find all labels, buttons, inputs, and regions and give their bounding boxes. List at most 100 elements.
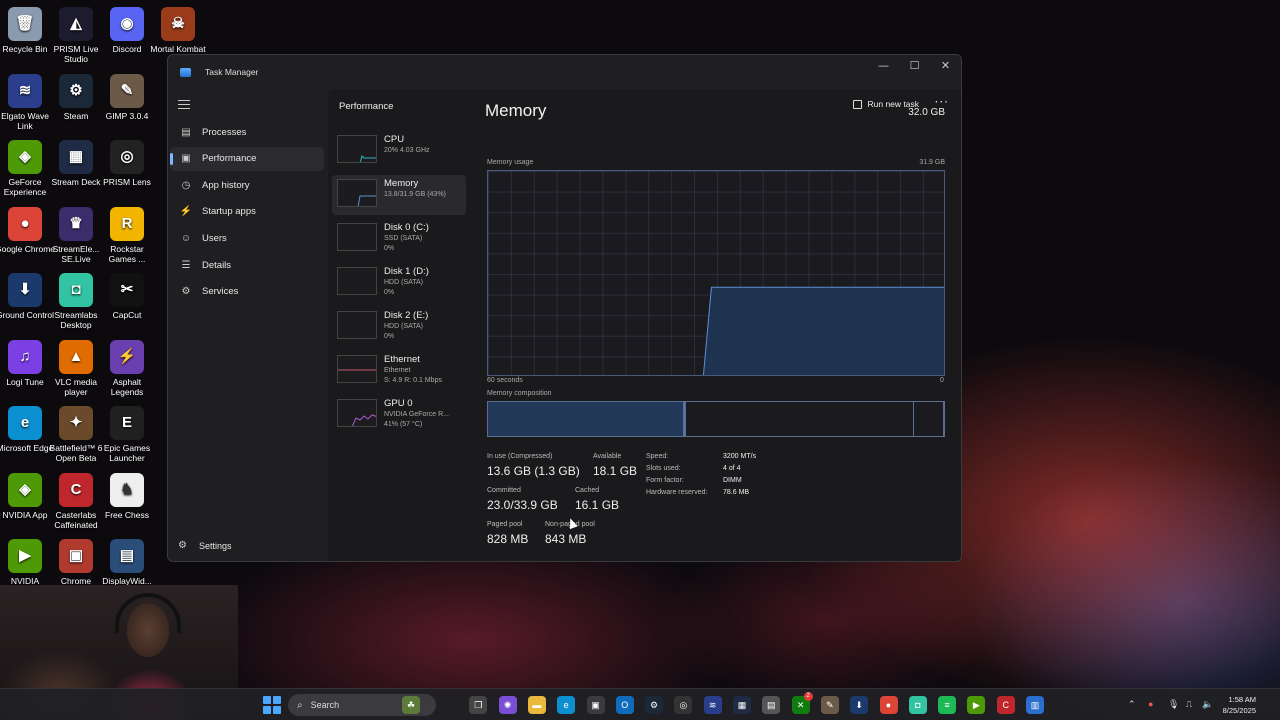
resource-sub1: HDD (SATA) bbox=[384, 279, 424, 286]
resource-item-cpu[interactable]: CPU 20% 4.03 GHz bbox=[332, 131, 466, 171]
services-icon: ⚙ bbox=[181, 286, 191, 298]
system-tray: ⌃ ● 🎙 ⎍ 🔈 1:58 AM 8/25/2025 bbox=[1120, 689, 1280, 720]
resource-item-gpu-0[interactable]: GPU 0 NVIDIA GeForce R... 41% (57 °C) bbox=[332, 395, 466, 435]
slots-value: 4 of 4 bbox=[723, 465, 741, 472]
processes-icon: ▤ bbox=[181, 126, 191, 138]
chevron-up-icon[interactable]: ⌃ bbox=[1128, 699, 1136, 710]
resource-thumbnail bbox=[337, 135, 377, 163]
memory-usage-max: 31.9 GB bbox=[919, 159, 945, 166]
resource-sparkline bbox=[359, 155, 376, 162]
sidebar: ▤ Processes ▣ Performance ◷ App history ⚡ Start… bbox=[168, 89, 328, 561]
title-bar[interactable]: Task Manager bbox=[168, 55, 961, 89]
nvidia-app-icon: ◈ bbox=[8, 472, 42, 507]
taskbar-outlook-icon[interactable]: O bbox=[615, 696, 634, 714]
search-icon: ⌕ bbox=[297, 699, 303, 711]
wave-link-icon: ≋ bbox=[8, 73, 42, 108]
sidebar-item-services[interactable]: ⚙ Services bbox=[170, 280, 324, 304]
prism-live-icon: ◭ bbox=[59, 7, 93, 41]
taskbar-nvidia-broadcast-icon[interactable]: ▶ bbox=[967, 696, 986, 714]
taskbar-store-icon[interactable]: ▣ bbox=[586, 696, 605, 714]
graph-time-left: 60 seconds bbox=[487, 377, 523, 384]
settings-label: Settings bbox=[198, 540, 232, 551]
sidebar-item-label: Processes bbox=[202, 126, 247, 138]
resource-name: Memory bbox=[384, 178, 419, 189]
taskbar-steam-icon[interactable]: ⚙ bbox=[645, 696, 664, 714]
taskbar-gimp-icon[interactable]: ✎ bbox=[820, 696, 839, 714]
taskbar-stream-deck-icon[interactable]: ▦ bbox=[733, 696, 751, 714]
minimize-icon: — bbox=[878, 58, 889, 72]
sidebar-item-label: Performance bbox=[202, 153, 257, 165]
desktop-icon-rockstar[interactable]: R Rockstar Games ... bbox=[97, 206, 157, 264]
desktop-icon-capcut[interactable]: ✂ CapCut bbox=[97, 273, 157, 320]
resource-sub2: 0% bbox=[384, 245, 395, 252]
desktop-icon-label: Free Chess bbox=[105, 509, 149, 520]
sidebar-item-label: Services bbox=[202, 286, 239, 298]
in-use-value: 13.6 GB (1.3 GB) bbox=[487, 464, 580, 478]
taskbar-chrome-icon[interactable]: ● bbox=[879, 696, 898, 714]
window-controls: — ☐ ✕ bbox=[868, 55, 961, 75]
minimize-button[interactable]: — bbox=[868, 55, 899, 75]
maximize-button[interactable]: ☐ bbox=[899, 55, 930, 75]
network-icon[interactable]: ⎍ bbox=[1186, 699, 1192, 710]
hamburger-menu-icon[interactable] bbox=[178, 100, 190, 112]
taskbar-edge-icon[interactable]: e bbox=[557, 696, 576, 714]
streamelements-icon: ♛ bbox=[59, 206, 93, 241]
sidebar-item-startup-apps[interactable]: ⚡ Startup apps bbox=[170, 200, 324, 224]
resource-sub2: 0% bbox=[384, 289, 395, 296]
resource-item-disk-1-d[interactable]: Disk 1 (D:) HDD (SATA) 0% bbox=[332, 263, 466, 303]
resource-sub1: HDD (SATA) bbox=[384, 323, 424, 330]
sidebar-item-app-history[interactable]: ◷ App history bbox=[170, 173, 324, 197]
taskbar-folder-icon[interactable]: ▤ bbox=[762, 696, 781, 714]
taskbar-copilot-icon[interactable]: ✺ bbox=[498, 696, 517, 714]
gimp-icon: ✎ bbox=[110, 73, 144, 108]
vlc-icon: ▲ bbox=[59, 339, 93, 374]
resource-item-disk-0-c[interactable]: Disk 0 (C:) SSD (SATA) 0% bbox=[332, 219, 466, 259]
resource-sub2: S: 4.9 R: 0.1 Mbps bbox=[384, 377, 442, 384]
resource-item-disk-2-e[interactable]: Disk 2 (E:) HDD (SATA) 0% bbox=[332, 307, 466, 347]
taskbar-task-manager-icon[interactable]: ▥ bbox=[1026, 696, 1044, 714]
desktop-icon-prism-lens[interactable]: ◎ PRISM Lens bbox=[97, 140, 157, 187]
clock[interactable]: 1:58 AM 8/25/2025 bbox=[1223, 694, 1256, 716]
memory-panel: Memory 32.0 GB Memory usage 31.9 GB 60 s… bbox=[485, 89, 961, 561]
graph-time-right: 0 bbox=[940, 377, 944, 384]
sidebar-item-performance[interactable]: ▣ Performance bbox=[170, 146, 324, 171]
desktop-icon-label: Rockstar Games ... bbox=[108, 243, 146, 264]
volume-icon[interactable]: 🔈 bbox=[1202, 699, 1213, 710]
taskbar-wave-link-icon[interactable]: ≋ bbox=[703, 696, 722, 714]
hardware-reserved-label: Hardware reserved: bbox=[646, 489, 708, 496]
paged-pool-value: 828 MB bbox=[487, 532, 529, 546]
taskbar-casterlabs-icon[interactable]: C bbox=[996, 696, 1015, 714]
desktop-icon-mortal-kombat[interactable]: ☠ Mortal Kombat bbox=[148, 7, 208, 54]
sidebar-item-label: App history bbox=[202, 179, 250, 191]
desktop-icon-free-chess[interactable]: ♞ Free Chess bbox=[97, 472, 157, 520]
resource-sub1: Ethernet bbox=[384, 367, 411, 374]
tray-app-icon[interactable]: ● bbox=[1148, 699, 1153, 709]
desktop-icon-epic-games[interactable]: E Epic Games Launcher bbox=[97, 406, 157, 463]
sidebar-item-users[interactable]: ☺ Users bbox=[170, 226, 324, 250]
close-button[interactable]: ✕ bbox=[930, 55, 961, 75]
maximize-icon: ☐ bbox=[909, 58, 920, 72]
settings-button[interactable]: ⚙ Settings bbox=[178, 540, 232, 551]
taskbar-streamlabs-icon[interactable]: ◘ bbox=[908, 696, 927, 714]
displaywidget-icon: ▤ bbox=[110, 539, 144, 573]
cached-label: Cached bbox=[575, 487, 600, 494]
resource-item-memory[interactable]: Memory 13.8/31.9 GB (43%) bbox=[332, 175, 466, 215]
taskbar-task-view-icon[interactable]: ❐ bbox=[469, 696, 488, 714]
taskbar-file-explorer-icon[interactable]: ▬ bbox=[527, 696, 546, 714]
start-button[interactable] bbox=[263, 696, 281, 714]
capcut-icon: ✂ bbox=[110, 273, 144, 307]
resource-item-ethernet[interactable]: Ethernet Ethernet S: 4.9 R: 0.1 Mbps bbox=[332, 351, 466, 391]
taskbar-spotify-icon[interactable]: ≡ bbox=[938, 696, 957, 714]
app-history-icon: ◷ bbox=[181, 179, 191, 191]
desktop-icon-label: Mortal Kombat bbox=[150, 44, 206, 54]
taskbar-ground-control-icon[interactable]: ⬇ bbox=[850, 696, 869, 714]
taskbar-prism-lens-icon[interactable]: ◎ bbox=[674, 696, 693, 714]
headset-shape bbox=[115, 593, 181, 633]
taskbar-widgets-icon[interactable]: ☘ bbox=[402, 696, 420, 714]
microphone-icon[interactable]: 🎙 bbox=[1168, 699, 1179, 710]
sidebar-item-processes[interactable]: ▤ Processes bbox=[170, 120, 324, 144]
form-factor-label: Form factor: bbox=[646, 477, 684, 484]
sidebar-item-details[interactable]: ☰ Details bbox=[170, 253, 324, 277]
desktop-icon-asphalt[interactable]: ⚡ Asphalt Legends bbox=[97, 339, 157, 397]
desktop-icon-gimp[interactable]: ✎ GIMP 3.0.4 bbox=[97, 73, 157, 121]
